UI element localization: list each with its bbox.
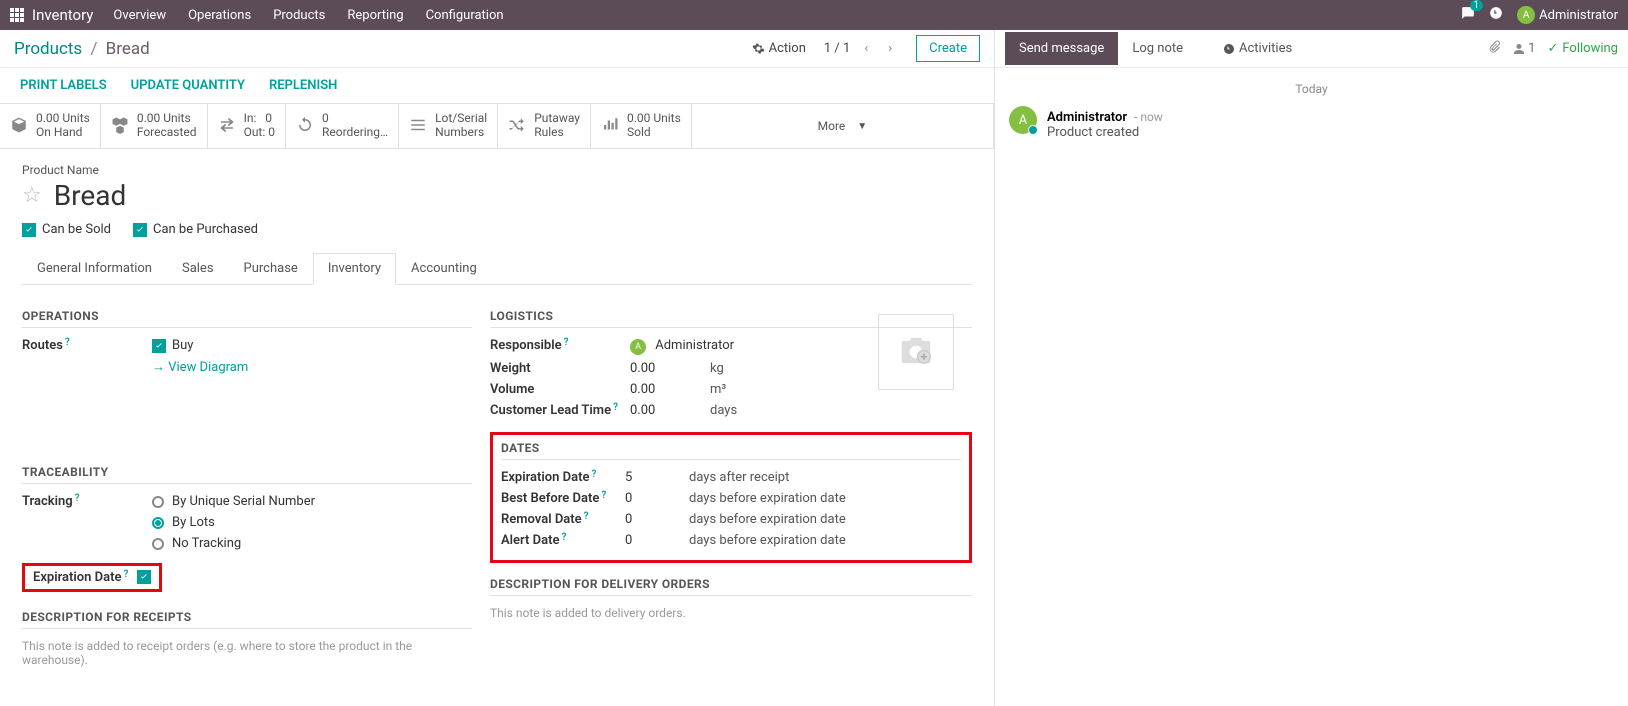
update-quantity-button[interactable]: UPDATE QUANTITY [131, 78, 245, 93]
menu-overview[interactable]: Overview [113, 8, 166, 23]
stat-inout[interactable]: In: 0 Out: 0 [208, 104, 286, 148]
best-before-field[interactable]: 0 [625, 491, 689, 506]
can-be-sold-checkbox[interactable]: Can be Sold [22, 222, 111, 237]
bars-icon [601, 116, 619, 137]
breadcrumb-bar: Products / Bread Action 1 / 1 ‹ › Create [0, 30, 994, 68]
section-operations: OPERATIONS [22, 309, 472, 328]
followers-count[interactable]: 1 [1513, 41, 1535, 56]
boxes-icon [111, 116, 129, 137]
following-button[interactable]: ✓ Following [1547, 41, 1618, 56]
view-diagram-link[interactable]: → View Diagram [152, 360, 248, 375]
tab-inventory[interactable]: Inventory [313, 253, 396, 285]
product-image-upload[interactable] [878, 314, 954, 390]
menu-reporting[interactable]: Reporting [347, 8, 403, 23]
avatar: A [1517, 6, 1535, 24]
shuffle-icon [508, 116, 526, 137]
tracking-none-radio[interactable]: No Tracking [152, 536, 472, 551]
tab-general[interactable]: General Information [22, 253, 167, 284]
replenish-button[interactable]: REPLENISH [269, 78, 337, 93]
can-be-purchased-checkbox[interactable]: Can be Purchased [133, 222, 258, 237]
highlight-expiration-checkbox: Expiration Date? [22, 563, 162, 592]
expiration-date-checkbox[interactable] [137, 570, 151, 584]
menu-configuration[interactable]: Configuration [426, 8, 504, 23]
list-icon [409, 116, 427, 137]
section-desc-delivery: DESCRIPTION FOR DELIVERY ORDERS [490, 577, 972, 596]
tracking-serial-radio[interactable]: By Unique Serial Number [152, 494, 472, 509]
favorite-star-icon[interactable]: ☆ [22, 183, 42, 208]
main-menu: Overview Operations Products Reporting C… [113, 8, 503, 23]
pager-prev[interactable]: ‹ [858, 39, 874, 58]
section-desc-receipts: DESCRIPTION FOR RECEIPTS [22, 610, 472, 629]
section-traceability: TRACEABILITY [22, 465, 472, 484]
stat-putaway[interactable]: PutawayRules [498, 104, 591, 148]
breadcrumb: Products / Bread [14, 39, 150, 59]
stat-sold[interactable]: 0.00 UnitsSold [591, 104, 692, 148]
chatter-bar: Send message Log note Activities 1 ✓ Fol… [995, 30, 1628, 68]
apps-icon[interactable] [10, 8, 24, 22]
user-menu[interactable]: A Administrator [1517, 6, 1618, 24]
caret-down-icon: ▼ [857, 121, 867, 132]
print-labels-button[interactable]: PRINT LABELS [20, 78, 107, 93]
product-name[interactable]: Bread [54, 179, 127, 212]
send-message-button[interactable]: Send message [1005, 32, 1118, 65]
stat-strip: 0.00 UnitsOn Hand 0.00 UnitsForecasted I… [0, 103, 994, 149]
stat-forecasted[interactable]: 0.00 UnitsForecasted [101, 104, 208, 148]
stat-lots[interactable]: Lot/SerialNumbers [399, 104, 498, 148]
menu-operations[interactable]: Operations [188, 8, 251, 23]
log-time: - now [1131, 110, 1163, 124]
log-message: Product created [1047, 125, 1163, 140]
activities-button[interactable]: Activities [1209, 32, 1306, 65]
app-name[interactable]: Inventory [32, 6, 93, 24]
messaging-icon[interactable]: 1 [1461, 6, 1475, 24]
activities-icon[interactable] [1489, 6, 1503, 24]
log-entry: A Administrator - now Product created [1009, 106, 1614, 140]
action-dropdown[interactable]: Action [752, 41, 806, 56]
top-nav: Inventory Overview Operations Products R… [0, 0, 1628, 30]
avatar: A [1009, 106, 1037, 134]
alert-date-field[interactable]: 0 [625, 533, 689, 548]
menu-products[interactable]: Products [273, 8, 325, 23]
user-name: Administrator [1539, 8, 1618, 23]
tab-sales[interactable]: Sales [167, 253, 229, 284]
log-day-separator: Today [1009, 82, 1614, 96]
stat-reorder[interactable]: 0Reordering… [286, 104, 399, 148]
message-count: 1 [1470, 0, 1484, 11]
form-tabs: General Information Sales Purchase Inven… [22, 253, 972, 285]
box-icon [10, 116, 28, 137]
volume-field[interactable]: 0.00 [630, 382, 710, 397]
lead-time-field[interactable]: 0.00 [630, 403, 710, 418]
stat-more[interactable]: More▼ [692, 104, 994, 148]
route-buy-checkbox[interactable]: Buy [152, 338, 472, 353]
product-name-label: Product Name [22, 163, 972, 177]
create-button[interactable]: Create [916, 35, 980, 62]
highlight-dates-section: DATES Expiration Date? 5days after recei… [490, 432, 972, 563]
weight-field[interactable]: 0.00 [630, 361, 710, 376]
tracking-lots-radio[interactable]: By Lots [152, 515, 472, 530]
desc-receipts-placeholder[interactable]: This note is added to receipt orders (e.… [22, 639, 472, 667]
refresh-icon [296, 116, 314, 137]
section-dates: DATES [501, 441, 961, 460]
desc-delivery-placeholder[interactable]: This note is added to delivery orders. [490, 606, 972, 620]
tab-accounting[interactable]: Accounting [396, 253, 492, 284]
stat-onhand[interactable]: 0.00 UnitsOn Hand [0, 104, 101, 148]
pager: 1 / 1 ‹ › [824, 39, 898, 58]
expiration-days-field[interactable]: 5 [625, 470, 689, 485]
removal-date-field[interactable]: 0 [625, 512, 689, 527]
arrows-icon [218, 116, 236, 137]
breadcrumb-current: Bread [106, 39, 150, 59]
breadcrumb-parent[interactable]: Products [14, 39, 82, 59]
pager-text: 1 / 1 [824, 41, 850, 56]
log-note-button[interactable]: Log note [1118, 32, 1197, 65]
pager-next[interactable]: › [882, 39, 898, 58]
attachments-icon[interactable] [1488, 40, 1501, 57]
tab-purchase[interactable]: Purchase [229, 253, 313, 284]
form-toolbar: PRINT LABELS UPDATE QUANTITY REPLENISH [0, 68, 994, 103]
log-author[interactable]: Administrator [1047, 110, 1127, 125]
